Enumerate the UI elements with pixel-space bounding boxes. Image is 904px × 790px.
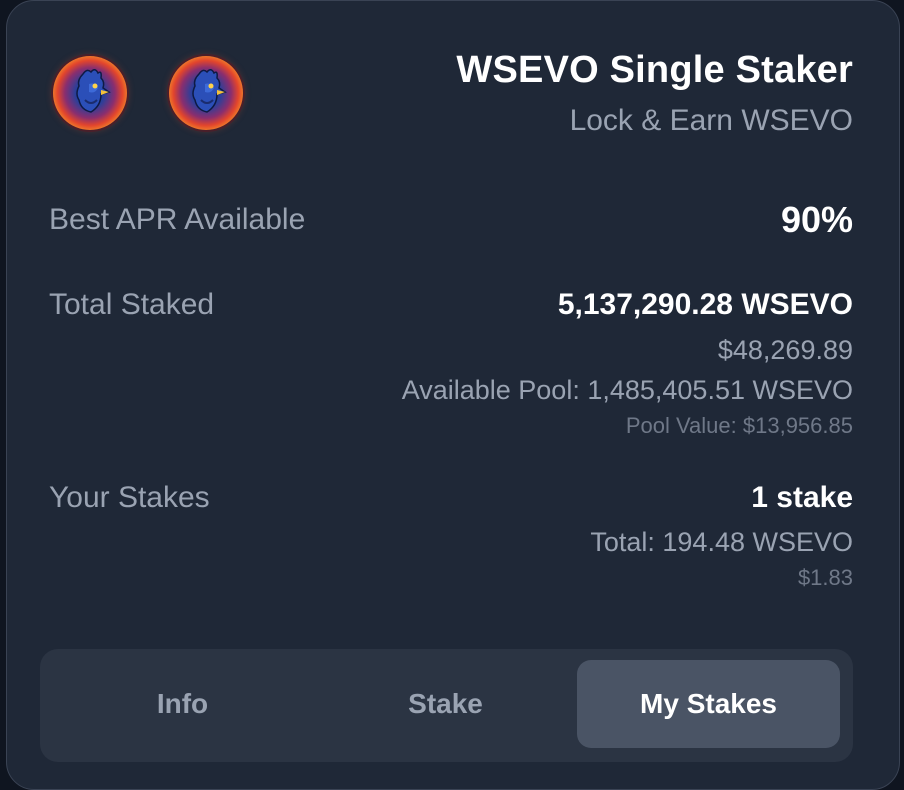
total-staked-value: 5,137,290.28 WSEVO [557, 288, 853, 321]
your-stakes-label: Your Stakes [49, 481, 210, 514]
apr-label: Best APR Available [49, 203, 306, 236]
your-stakes-usd: $1.83 [797, 565, 853, 590]
rooster-token-icon [53, 56, 127, 130]
tab-bar: Info Stake My Stakes [40, 649, 853, 762]
tab-my-stakes[interactable]: My Stakes [577, 660, 840, 748]
pool-title: WSEVO Single Staker [456, 49, 853, 91]
tab-stake[interactable]: Stake [314, 660, 577, 748]
your-stakes-count: 1 stake [751, 481, 853, 514]
pool-value: Pool Value: $13,956.85 [625, 413, 853, 438]
rooster-token-icon [169, 56, 243, 130]
pool-subtitle: Lock & Earn WSEVO [569, 104, 853, 137]
total-staked-label: Total Staked [49, 288, 215, 321]
apr-value: 90% [780, 199, 853, 240]
tab-info[interactable]: Info [51, 660, 314, 748]
your-stakes-total: Total: 194.48 WSEVO [590, 527, 853, 557]
available-pool: Available Pool: 1,485,405.51 WSEVO [401, 375, 853, 405]
total-staked-usd: $48,269.89 [717, 335, 853, 365]
